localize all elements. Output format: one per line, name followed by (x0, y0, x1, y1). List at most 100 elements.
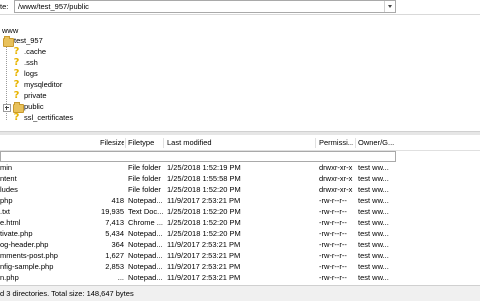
file-name: tivate.php (0, 229, 33, 238)
question-icon: ? (13, 68, 20, 79)
file-owner: test ww... (358, 240, 389, 249)
file-type: Notepad... (128, 196, 163, 205)
file-owner: test ww... (358, 273, 389, 282)
column-divider[interactable] (355, 138, 356, 148)
file-permissions: -rw-r--r-- (319, 251, 347, 260)
question-icon: ? (13, 57, 20, 68)
file-modified: 1/25/2018 1:52:20 PM (167, 229, 241, 238)
table-row[interactable]: ludes File folder 1/25/2018 1:52:20 PM d… (0, 184, 480, 195)
file-type: Notepad... (128, 229, 163, 238)
table-row[interactable]: mments-post.php 1,627 Notepad... 11/9/20… (0, 250, 480, 261)
column-divider[interactable] (125, 138, 126, 148)
file-modified: 11/9/2017 2:53:21 PM (167, 251, 241, 260)
file-permissions: -rw-r--r-- (319, 229, 347, 238)
remote-path-value: /www/test_957/public (18, 2, 89, 11)
file-modified: 1/25/2018 1:55:58 PM (167, 174, 241, 183)
tree-item-root[interactable]: www (2, 26, 18, 36)
column-last-modified[interactable]: Last modified (167, 136, 312, 150)
column-permissions[interactable]: Permissi... (319, 136, 353, 150)
file-owner: test ww... (358, 163, 389, 172)
tree-item-label: public (24, 102, 44, 111)
column-divider[interactable] (315, 138, 316, 148)
file-owner: test ww... (358, 229, 389, 238)
file-owner: test ww... (358, 196, 389, 205)
column-filesize[interactable]: Filesize (100, 136, 124, 150)
status-summary: d 3 directories. Total size: 148,647 byt… (0, 289, 134, 298)
file-size: 418 (111, 196, 124, 205)
file-permissions: -rw-r--r-- (319, 240, 347, 249)
folder-icon (3, 36, 14, 47)
remote-path-input[interactable]: /www/test_957/public (14, 0, 396, 13)
table-row[interactable]: tivate.php 5,434 Notepad... 1/25/2018 1:… (0, 228, 480, 239)
file-name: og-header.php (0, 240, 49, 249)
file-owner: test ww... (358, 174, 389, 183)
file-size: ... (117, 273, 124, 282)
tree-item-label: ssl_certificates (24, 113, 74, 122)
table-row[interactable]: nfig-sample.php 2,853 Notepad... 11/9/20… (0, 261, 480, 272)
file-name: mments-post.php (0, 251, 58, 260)
table-row[interactable]: min File folder 1/25/2018 1:52:19 PM drw… (0, 162, 480, 173)
file-size: 364 (111, 240, 124, 249)
file-name: min (0, 163, 13, 172)
file-name: php (0, 196, 13, 205)
file-modified: 11/9/2017 2:53:21 PM (167, 273, 241, 282)
chevron-down-icon[interactable] (384, 1, 395, 12)
file-size: 7,413 (105, 218, 124, 227)
file-name: e.html (0, 218, 21, 227)
tree-item-label: private (24, 91, 47, 100)
file-owner: test ww... (358, 207, 389, 216)
file-type: Notepad... (128, 240, 163, 249)
file-modified: 11/9/2017 2:53:21 PM (167, 240, 241, 249)
file-modified: 1/25/2018 1:52:20 PM (167, 207, 241, 216)
file-type: File folder (128, 185, 161, 194)
file-permissions: -rw-r--r-- (319, 218, 347, 227)
table-row[interactable]: n.php ... Notepad... 11/9/2017 2:53:21 P… (0, 272, 480, 283)
file-owner: test ww... (358, 185, 389, 194)
column-owner[interactable]: Owner/G... (358, 136, 394, 150)
file-modified: 1/25/2018 1:52:20 PM (167, 218, 241, 227)
table-row[interactable]: ntent File folder 1/25/2018 1:55:58 PM d… (0, 173, 480, 184)
file-size: 19,935 (101, 207, 124, 216)
file-owner: test ww... (358, 251, 389, 260)
file-modified: 1/25/2018 1:52:19 PM (167, 163, 241, 172)
question-icon: ? (13, 79, 20, 90)
file-size: 1,627 (105, 251, 124, 260)
file-type: File folder (128, 163, 161, 172)
pane-splitter[interactable] (0, 131, 480, 135)
file-list-header: Filesize Filetype Last modified Permissi… (0, 136, 480, 151)
file-name: ntent (0, 174, 17, 183)
column-filetype[interactable]: Filetype (128, 136, 162, 150)
file-name: ludes (0, 185, 18, 194)
file-modified: 1/25/2018 1:52:20 PM (167, 185, 241, 194)
column-divider[interactable] (163, 138, 164, 148)
question-icon: ? (13, 112, 20, 123)
file-type: Notepad... (128, 273, 163, 282)
file-type: Chrome ... (128, 218, 164, 227)
remote-path-label: te: (0, 2, 9, 11)
table-row[interactable]: php 418 Notepad... 11/9/2017 2:53:21 PM … (0, 195, 480, 206)
expand-icon[interactable] (3, 104, 11, 112)
file-permissions: -rw-r--r-- (319, 262, 347, 271)
file-name: nfig-sample.php (0, 262, 54, 271)
question-icon: ? (13, 46, 20, 57)
table-row[interactable]: .txt 19,935 Text Doc... 1/25/2018 1:52:2… (0, 206, 480, 217)
file-permissions: drwxr-xr-x (319, 185, 353, 194)
tree-item-label: test_957 (14, 36, 43, 45)
file-permissions: -rw-r--r-- (319, 207, 347, 216)
file-permissions: drwxr-xr-x (319, 163, 353, 172)
table-row[interactable]: e.html 7,413 Chrome ... 1/25/2018 1:52:2… (0, 217, 480, 228)
file-type: Notepad... (128, 262, 163, 271)
file-permissions: drwxr-xr-x (319, 174, 353, 183)
question-icon: ? (13, 90, 20, 101)
tree-item-label: .ssh (24, 58, 38, 67)
tree-item-label: mysqleditor (24, 80, 63, 89)
tree-item-label: logs (24, 69, 38, 78)
filter-input[interactable] (0, 151, 396, 162)
directory-tree: www test_957 ? .cache ? .ssh ? logs ? my… (0, 22, 480, 126)
file-modified: 11/9/2017 2:53:21 PM (167, 262, 241, 271)
file-name: n.php (0, 273, 19, 282)
tree-item-label: www (2, 26, 19, 35)
file-permissions: -rw-r--r-- (319, 196, 347, 205)
table-row[interactable]: og-header.php 364 Notepad... 11/9/2017 2… (0, 239, 480, 250)
file-modified: 11/9/2017 2:53:21 PM (167, 196, 241, 205)
